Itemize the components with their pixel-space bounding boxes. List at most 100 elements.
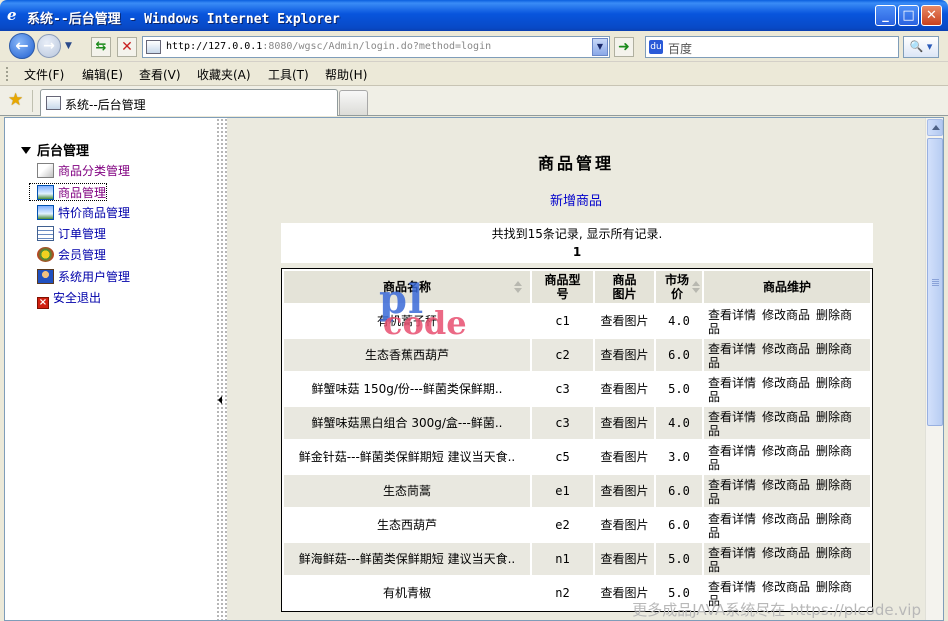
col-header-name[interactable]: 商品名称 [284, 271, 530, 303]
sidebar-item-logout[interactable]: × 安全退出 [37, 289, 101, 309]
sidebar-item-special-products[interactable]: 特价商品管理 [37, 204, 130, 222]
page-number[interactable]: 1 [281, 245, 873, 259]
menu-view[interactable]: 查看(V) [139, 66, 181, 83]
forward-button[interactable]: → [37, 34, 61, 58]
collapse-arrow-icon[interactable] [218, 396, 222, 404]
product-ops: 查看详情 修改商品 删除商品 [704, 407, 870, 439]
toolbar-divider [32, 90, 33, 112]
view-detail-link[interactable]: 查看详情 [708, 410, 756, 424]
product-price: 3.0 [656, 441, 702, 473]
product-name: 有机青椒 [284, 577, 530, 609]
menu-tools[interactable]: 工具(T) [268, 66, 309, 83]
view-detail-link[interactable]: 查看详情 [708, 342, 756, 356]
table-row: 鲜金针菇---鲜菌类保鲜期短 建议当天食.. c5 查看图片 3.0 查看详情 修改商品删… [284, 441, 870, 473]
sort-icon[interactable] [692, 281, 700, 293]
maximize-button[interactable]: □ [898, 5, 919, 26]
col-header-model[interactable]: 商品型号 [532, 271, 593, 303]
sidebar-item-system-users[interactable]: 系统用户管理 [37, 268, 130, 286]
toolbar-grip[interactable] [6, 67, 9, 81]
go-button[interactable]: ➜ [614, 37, 634, 57]
product-price: 6.0 [656, 509, 702, 541]
page-title: 商品管理 [537, 154, 614, 173]
product-name: 有机蒿子秆 [284, 305, 530, 337]
edit-product-link[interactable]: 修改商品 [762, 376, 810, 390]
sort-icon[interactable] [514, 281, 522, 293]
frame-splitter[interactable] [216, 118, 227, 620]
scroll-thumb[interactable] [927, 138, 943, 426]
product-name: 生态香蕉西葫芦 [284, 339, 530, 371]
product-price: 4.0 [656, 407, 702, 439]
view-detail-link[interactable]: 查看详情 [708, 478, 756, 492]
add-product-link[interactable]: 新增商品 [227, 190, 925, 209]
refresh-button[interactable]: ⇆ [91, 37, 111, 57]
record-count-text: 共找到15条记录, 显示所有记录. [491, 227, 663, 241]
view-detail-link[interactable]: 查看详情 [708, 444, 756, 458]
product-model: e1 [532, 475, 593, 507]
view-image-link[interactable]: 查看图片 [595, 441, 654, 473]
view-image-link[interactable]: 查看图片 [595, 543, 654, 575]
edit-product-link[interactable]: 修改商品 [762, 308, 810, 322]
edit-product-link[interactable]: 修改商品 [762, 580, 810, 594]
tab-admin[interactable]: 系统--后台管理 [40, 89, 338, 116]
view-image-link[interactable]: 查看图片 [595, 475, 654, 507]
view-detail-link[interactable]: 查看详情 [708, 546, 756, 560]
view-detail-link[interactable]: 查看详情 [708, 376, 756, 390]
new-tab-button[interactable] [339, 90, 368, 115]
view-image-link[interactable]: 查看图片 [595, 407, 654, 439]
title-bar: e 系统--后台管理 - Windows Internet Explorer _… [0, 0, 948, 31]
sidebar-item-members[interactable]: 会员管理 [37, 246, 106, 264]
stop-button[interactable]: ✕ [117, 37, 137, 57]
menu-file[interactable]: 文件(F) [24, 66, 64, 83]
edit-product-link[interactable]: 修改商品 [762, 478, 810, 492]
address-input[interactable]: http://127.0.0.1:8080/wgsc/Admin/login.d… [142, 36, 610, 58]
minimize-button[interactable]: _ [875, 5, 896, 26]
view-detail-link[interactable]: 查看详情 [708, 512, 756, 526]
edit-product-link[interactable]: 修改商品 [762, 444, 810, 458]
left-nav-frame: 后台管理 商品分类管理 商品管理 特价商品管理 订单管理 会员管理 系统用户管理… [5, 118, 216, 620]
tree-root-admin[interactable]: 后台管理 [21, 140, 89, 159]
back-button[interactable]: ← [9, 33, 35, 59]
sidebar-item-category[interactable]: 商品分类管理 [37, 162, 130, 180]
col-header-image[interactable]: 商品图片 [595, 271, 654, 303]
product-model: n1 [532, 543, 593, 575]
search-button[interactable]: 🔍 ▾ [903, 36, 939, 58]
view-image-link[interactable]: 查看图片 [595, 373, 654, 405]
close-button[interactable]: ✕ [921, 5, 942, 26]
search-input[interactable]: du 百度 [645, 36, 899, 58]
view-image-link[interactable]: 查看图片 [595, 339, 654, 371]
address-dropdown-button[interactable]: ▼ [592, 38, 608, 56]
watermark-footer: 更多成品JAVA系统尽在 https://plcode.vip [632, 601, 921, 619]
scroll-up-button[interactable] [927, 119, 943, 136]
ie-logo-icon: e [7, 6, 17, 24]
edit-product-link[interactable]: 修改商品 [762, 546, 810, 560]
menu-help[interactable]: 帮助(H) [325, 66, 367, 83]
product-model: c3 [532, 373, 593, 405]
browser-window: e 系统--后台管理 - Windows Internet Explorer _… [0, 0, 948, 621]
view-image-link[interactable]: 查看图片 [595, 305, 654, 337]
view-detail-link[interactable]: 查看详情 [708, 580, 756, 594]
menu-edit[interactable]: 编辑(E) [82, 66, 123, 83]
table-row: 生态茼蒿 e1 查看图片 6.0 查看详情 修改商品 删除商品 [284, 475, 870, 507]
document-icon [37, 226, 54, 241]
baidu-paw-icon: du [649, 40, 663, 54]
category-icon [37, 163, 54, 178]
edit-product-link[interactable]: 修改商品 [762, 512, 810, 526]
history-dropdown-icon[interactable]: ▼ [65, 41, 72, 51]
col-header-price[interactable]: 市场价 [656, 271, 702, 303]
user-icon [37, 269, 54, 284]
product-name: 鲜海鲜菇---鲜菌类保鲜期短 建议当天食.. [284, 543, 530, 575]
favorites-star-icon[interactable]: ★ [8, 91, 23, 109]
view-detail-link[interactable]: 查看详情 [708, 308, 756, 322]
sidebar-item-products[interactable]: 商品管理 [29, 183, 108, 201]
vertical-scrollbar[interactable] [925, 118, 943, 620]
product-ops: 查看详情 修改商品 删除商品 [704, 339, 870, 371]
view-image-link[interactable]: 查看图片 [595, 509, 654, 541]
edit-product-link[interactable]: 修改商品 [762, 342, 810, 356]
table-row: 有机蒿子秆 c1 查看图片 4.0 查看详情 修改商品 删除商品 [284, 305, 870, 337]
tab-label: 系统--后台管理 [65, 98, 146, 112]
product-price: 4.0 [656, 305, 702, 337]
window-title: 系统--后台管理 - Windows Internet Explorer [27, 12, 340, 27]
sidebar-item-orders[interactable]: 订单管理 [37, 225, 106, 243]
menu-favorites[interactable]: 收藏夹(A) [197, 66, 251, 83]
edit-product-link[interactable]: 修改商品 [762, 410, 810, 424]
